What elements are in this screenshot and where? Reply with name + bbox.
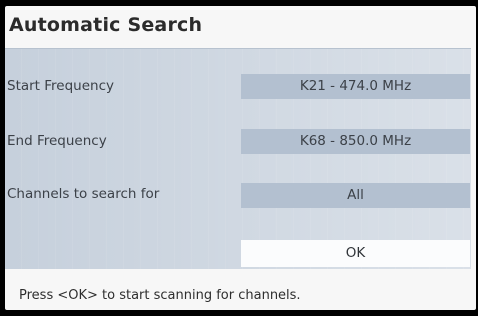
tv-screen: Automatic Search Start Frequency K21 - 4… — [0, 0, 478, 316]
ok-button[interactable]: OK — [241, 240, 470, 267]
channels-to-search-field[interactable]: All — [241, 183, 470, 208]
end-frequency-field[interactable]: K68 - 850.0 MHz — [241, 129, 470, 154]
dialog-title: Automatic Search — [9, 14, 203, 36]
start-frequency-field[interactable]: K21 - 474.0 MHz — [241, 74, 470, 99]
channels-to-search-label: Channels to search for — [7, 186, 160, 202]
start-frequency-label: Start Frequency — [7, 78, 115, 94]
end-frequency-label: End Frequency — [7, 133, 107, 149]
instruction-text: Press <OK> to start scanning for channel… — [19, 288, 301, 303]
